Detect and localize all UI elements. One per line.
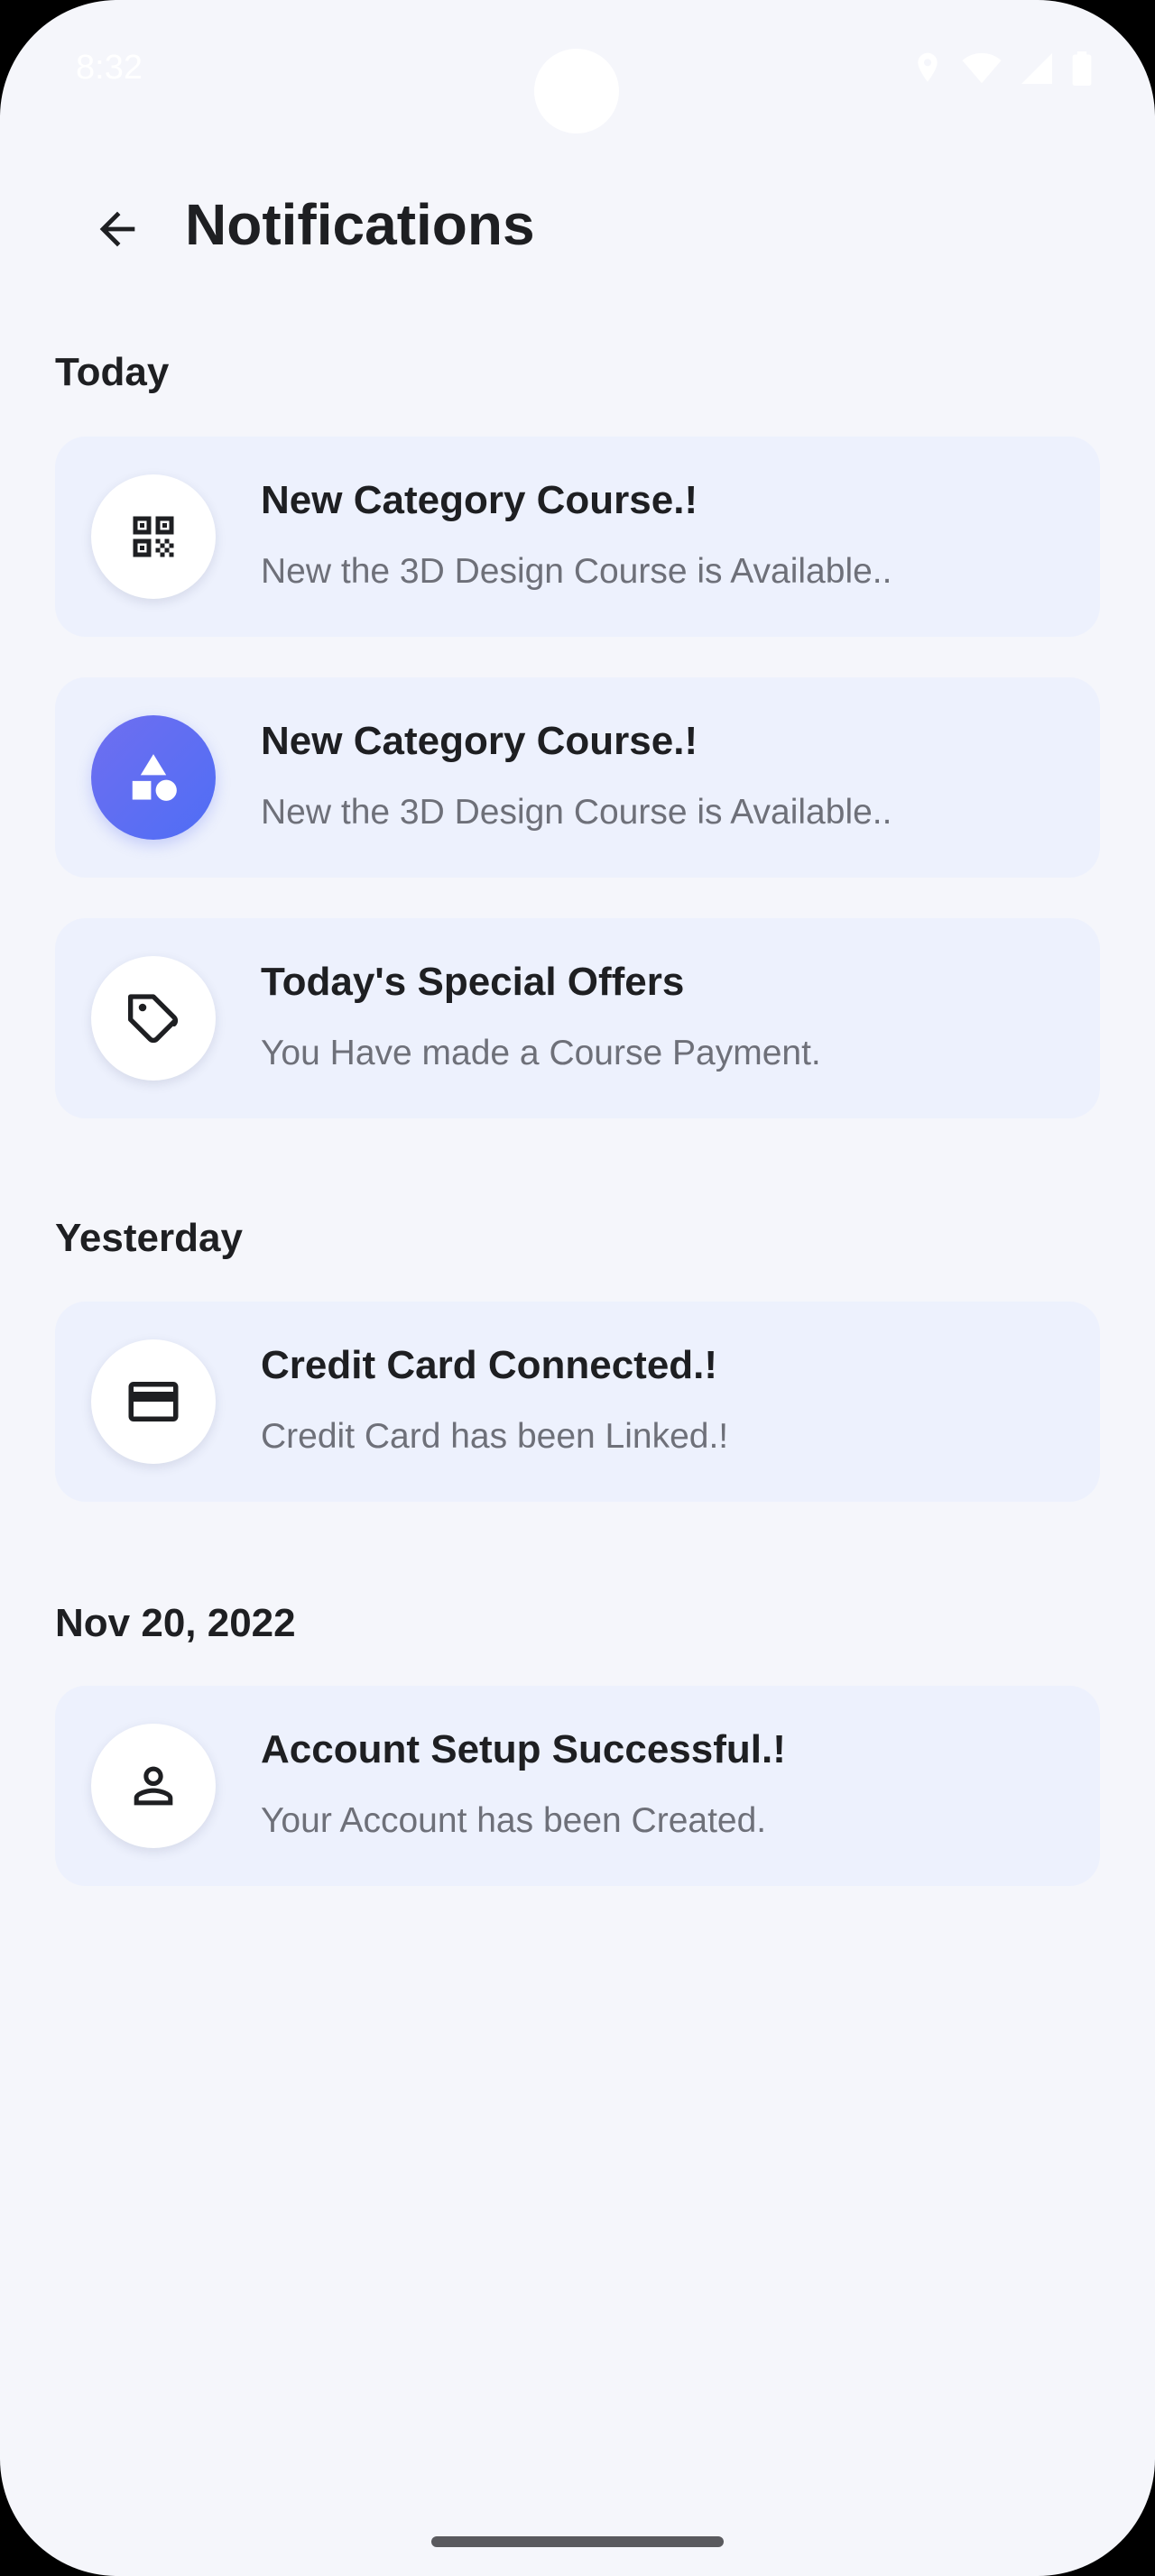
location-icon: [918, 52, 938, 82]
back-button[interactable]: [87, 198, 148, 260]
shapes-icon: [132, 754, 177, 801]
notification-icon-container: [91, 1724, 216, 1848]
notification-title: New Category Course.!: [261, 719, 698, 763]
battery-icon: [1072, 51, 1092, 86]
arrow-back-icon: [99, 211, 135, 247]
notification-subtitle: Credit Card has been Linked.!: [261, 1417, 729, 1456]
status-time: 8:32: [76, 49, 143, 87]
notification-title: New Category Course.!: [261, 478, 698, 522]
notification-card[interactable]: Credit Card Connected.! Credit Card has …: [55, 1302, 1100, 1502]
notification-icon-container: [91, 956, 216, 1081]
app-header: Notifications: [0, 177, 1155, 276]
notification-icon-container: [91, 1339, 216, 1464]
notification-title: Account Setup Successful.!: [261, 1727, 786, 1771]
signal-icon: [1021, 53, 1052, 84]
notification-icon-container: [91, 715, 216, 840]
page-title: Notifications: [185, 192, 535, 257]
notification-card[interactable]: Today's Special Offers You Have made a C…: [55, 918, 1100, 1118]
front-camera: [534, 49, 619, 133]
notification-subtitle: New the 3D Design Course is Available..: [261, 552, 892, 591]
notification-card[interactable]: New Category Course.! New the 3D Design …: [55, 677, 1100, 878]
notification-title: Credit Card Connected.!: [261, 1343, 718, 1387]
notification-subtitle: Your Account has been Created.: [261, 1801, 767, 1840]
notification-subtitle: New the 3D Design Course is Available..: [261, 793, 892, 832]
section-heading-yesterday: Yesterday: [55, 1216, 243, 1260]
section-heading-today: Today: [55, 350, 170, 394]
phone-screen: 8:32 Notifications Today New Category Co…: [0, 0, 1155, 2576]
notification-card[interactable]: New Category Course.! New the 3D Design …: [55, 437, 1100, 637]
home-indicator[interactable]: [431, 2536, 724, 2547]
tag-icon: [128, 994, 179, 1044]
section-heading-date: Nov 20, 2022: [55, 1601, 296, 1645]
credit-card-icon: [128, 1382, 179, 1421]
wifi-icon: [962, 52, 1002, 84]
status-bar: 8:32: [0, 0, 1155, 135]
qr-code-icon: [133, 516, 174, 557]
notification-title: Today's Special Offers: [261, 960, 685, 1004]
notification-card[interactable]: Account Setup Successful.! Your Account …: [55, 1686, 1100, 1886]
status-icons: [913, 51, 1092, 87]
notification-icon-container: [91, 474, 216, 599]
person-icon: [134, 1766, 173, 1806]
notification-subtitle: You Have made a Course Payment.: [261, 1034, 821, 1072]
